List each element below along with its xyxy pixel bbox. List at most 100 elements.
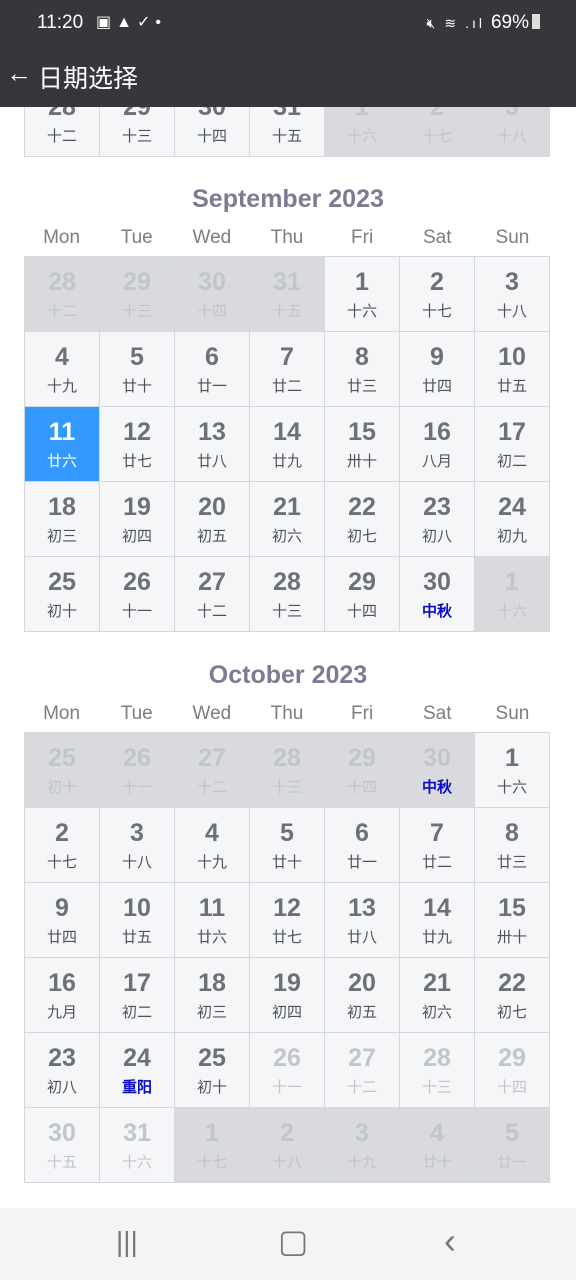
day-cell[interactable]: 2 十七 — [400, 257, 475, 332]
day-cell[interactable]: 3 十九 — [325, 1108, 400, 1183]
day-cell[interactable]: 11 廿六 — [175, 883, 250, 958]
day-cell[interactable]: 20 初五 — [175, 482, 250, 557]
day-cell[interactable]: 19 初四 — [250, 958, 325, 1033]
day-number: 10 — [123, 894, 151, 922]
day-cell[interactable]: 27 十二 — [175, 733, 250, 808]
day-number: 21 — [423, 969, 451, 997]
day-cell[interactable]: 10 廿五 — [475, 332, 550, 407]
day-cell[interactable]: 15 卅十 — [325, 407, 400, 482]
recents-icon[interactable]: ||| — [116, 1226, 138, 1258]
day-cell[interactable]: 10 廿五 — [100, 883, 175, 958]
lunar-date: 初八 — [421, 528, 452, 545]
day-cell[interactable]: 4 十九 — [25, 332, 100, 407]
day-cell[interactable]: 14 廿九 — [250, 407, 325, 482]
day-number: 8 — [505, 819, 519, 847]
weekday-label: Tue — [120, 227, 153, 248]
day-cell[interactable]: 29 十四 — [325, 557, 400, 632]
arrow-left-icon[interactable]: ← — [6, 58, 32, 89]
day-cell[interactable]: 7 廿二 — [400, 808, 475, 883]
day-cell[interactable]: 30 中秋 — [400, 557, 475, 632]
day-cell[interactable]: 5 廿一 — [475, 1108, 550, 1183]
day-cell[interactable]: 24 初九 — [475, 482, 550, 557]
day-cell[interactable]: 14 廿九 — [400, 883, 475, 958]
day-cell[interactable]: 28 十三 — [250, 733, 325, 808]
day-cell[interactable]: 5 廿十 — [100, 332, 175, 407]
day-cell[interactable]: 16 八月 — [400, 407, 475, 482]
day-cell[interactable]: 6 廿一 — [325, 808, 400, 883]
day-number: 28 — [273, 568, 301, 596]
lunar-date: 初十 — [46, 779, 77, 796]
day-cell[interactable]: 21 初六 — [400, 958, 475, 1033]
day-cell[interactable]: 9 廿四 — [400, 332, 475, 407]
day-cell[interactable]: 25 初十 — [25, 557, 100, 632]
day-cell[interactable]: 11 廿六 — [25, 407, 100, 482]
day-cell[interactable]: 16 九月 — [25, 958, 100, 1033]
day-cell[interactable]: 20 初五 — [325, 958, 400, 1033]
day-cell[interactable]: 27 十二 — [175, 557, 250, 632]
lunar-date: 廿十 — [271, 854, 302, 871]
day-cell[interactable]: 26 十一 — [250, 1033, 325, 1108]
day-cell[interactable]: 23 初八 — [400, 482, 475, 557]
day-cell[interactable]: 13 廿八 — [325, 883, 400, 958]
day-cell[interactable]: 17 初二 — [100, 958, 175, 1033]
lunar-date: 初七 — [496, 1004, 527, 1021]
day-cell[interactable]: 1 十六 — [475, 557, 550, 632]
day-cell[interactable]: 28 十三 — [250, 557, 325, 632]
day-cell[interactable]: 7 廿二 — [250, 332, 325, 407]
day-cell[interactable]: 24 重阳 — [100, 1033, 175, 1108]
day-cell[interactable]: 1 十七 — [175, 1108, 250, 1183]
day-cell[interactable]: 17 初二 — [475, 407, 550, 482]
day-cell[interactable]: 25 初十 — [25, 733, 100, 808]
day-cell[interactable]: 18 初三 — [25, 482, 100, 557]
lunar-date: 十六 — [121, 1154, 152, 1171]
day-cell[interactable]: 3 十八 — [475, 257, 550, 332]
day-cell[interactable]: 28 十三 — [400, 1033, 475, 1108]
day-cell[interactable]: 8 廿三 — [325, 332, 400, 407]
day-number: 3 — [505, 268, 519, 296]
day-cell[interactable]: 1 十六 — [325, 257, 400, 332]
home-icon[interactable]: ▢ — [278, 1222, 308, 1260]
day-cell[interactable]: 4 十九 — [175, 808, 250, 883]
day-cell[interactable]: 15 卅十 — [475, 883, 550, 958]
day-number: 8 — [355, 343, 369, 371]
lunar-date: 十九 — [46, 378, 77, 395]
day-cell[interactable]: 30 十四 — [175, 257, 250, 332]
day-number: 29 — [498, 1044, 526, 1072]
day-cell[interactable]: 27 十二 — [325, 1033, 400, 1108]
day-cell[interactable]: 30 十五 — [25, 1108, 100, 1183]
back-icon[interactable]: ‹ — [444, 1220, 456, 1262]
day-cell[interactable]: 29 十四 — [325, 733, 400, 808]
day-cell[interactable]: 22 初七 — [475, 958, 550, 1033]
day-cell[interactable]: 3 十八 — [100, 808, 175, 883]
day-cell[interactable]: 25 初十 — [175, 1033, 250, 1108]
day-number: 11 — [198, 894, 226, 922]
day-cell[interactable]: 31 十六 — [100, 1108, 175, 1183]
day-cell[interactable]: 6 廿一 — [175, 332, 250, 407]
day-cell[interactable]: 23 初八 — [25, 1033, 100, 1108]
day-cell[interactable]: 22 初七 — [325, 482, 400, 557]
lunar-date: 十六 — [496, 779, 527, 796]
day-cell[interactable]: 21 初六 — [250, 482, 325, 557]
day-cell[interactable]: 18 初三 — [175, 958, 250, 1033]
day-cell[interactable]: 26 十一 — [100, 557, 175, 632]
day-cell[interactable]: 4 廿十 — [400, 1108, 475, 1183]
day-cell[interactable]: 26 十一 — [100, 733, 175, 808]
october-grid: 25 初十 26 十一 27 十二 28 十三 29 十四 30 中秋 1 十六 2 十七 3 十八 4 十九 5 廿十 6… — [24, 732, 550, 1183]
day-cell[interactable]: 31 十五 — [250, 257, 325, 332]
day-cell[interactable]: 13 廿八 — [175, 407, 250, 482]
day-cell[interactable]: 30 中秋 — [400, 733, 475, 808]
day-cell[interactable]: 1 十六 — [475, 733, 550, 808]
day-cell[interactable]: 19 初四 — [100, 482, 175, 557]
day-cell[interactable]: 9 廿四 — [25, 883, 100, 958]
day-cell[interactable]: 28 十二 — [25, 257, 100, 332]
day-cell[interactable]: 2 十七 — [25, 808, 100, 883]
day-cell[interactable]: 29 十三 — [100, 257, 175, 332]
weekday-label: Wed — [192, 703, 232, 724]
day-cell[interactable]: 8 廿三 — [475, 808, 550, 883]
day-cell[interactable]: 29 十四 — [475, 1033, 550, 1108]
day-cell[interactable]: 12 廿七 — [250, 883, 325, 958]
day-cell[interactable]: 12 廿七 — [100, 407, 175, 482]
day-number: 6 — [355, 819, 369, 847]
day-cell[interactable]: 5 廿十 — [250, 808, 325, 883]
day-cell[interactable]: 2 十八 — [250, 1108, 325, 1183]
